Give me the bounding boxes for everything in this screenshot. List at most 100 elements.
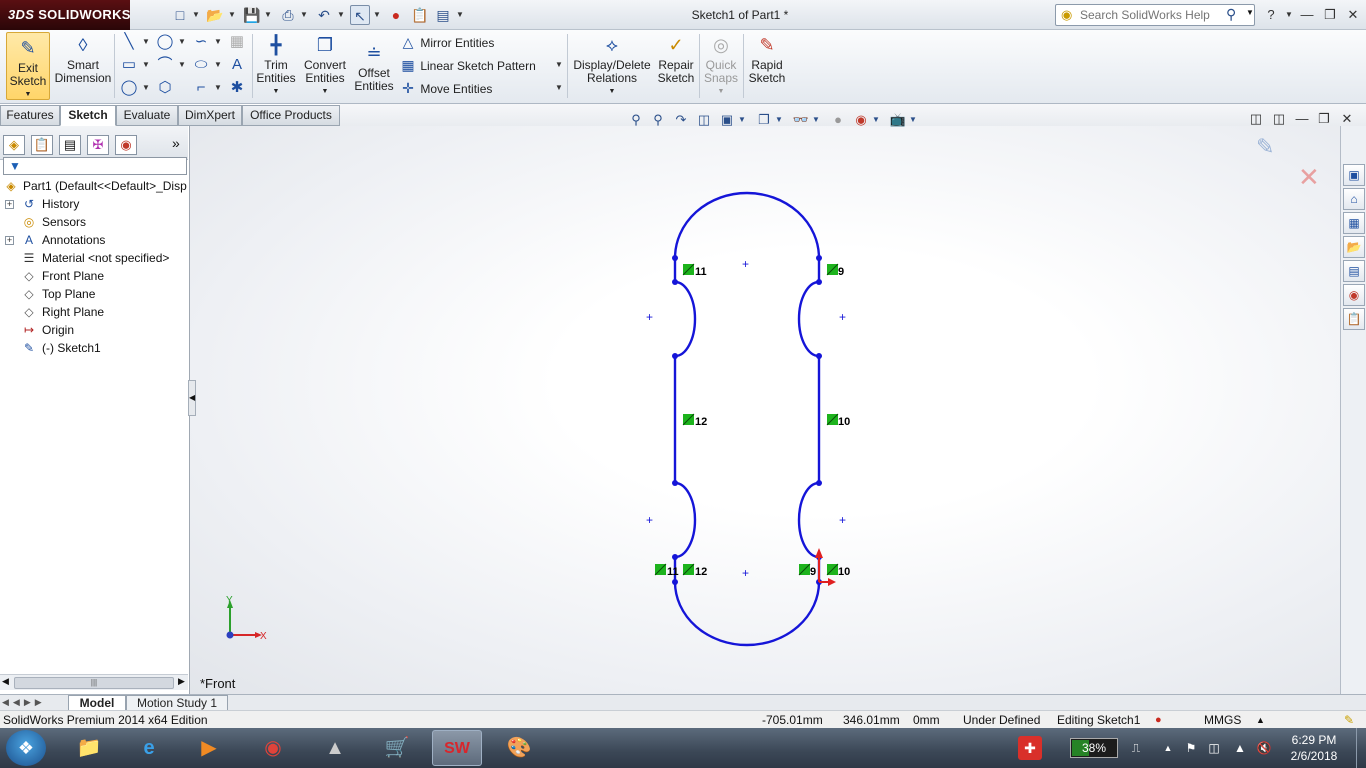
search-dropdown-icon[interactable]: ▼ [1246, 8, 1254, 17]
feature-tree-item[interactable]: + ↺ History [0, 195, 188, 213]
tab-office-products[interactable]: Office Products [242, 105, 340, 126]
repair-sketch-button[interactable]: ✓ Repair Sketch [655, 30, 697, 102]
help-search-box[interactable]: ◉ ⚲ ▼ [1055, 4, 1255, 26]
rebuild-traffic-light-icon[interactable]: ● [386, 5, 406, 25]
windows-start-icon[interactable]: ❖ [6, 730, 46, 766]
move-dropdown-icon[interactable]: ▼ [555, 78, 563, 98]
tab-dimxpert[interactable]: DimXpert [178, 105, 242, 126]
antivirus-tray-icon[interactable]: ✚ [1018, 736, 1042, 760]
help-icon[interactable]: ? [1262, 6, 1280, 24]
feature-tree-item[interactable]: ◎ Sensors [0, 213, 188, 231]
task-pane-custom-properties-icon[interactable]: 📋 [1343, 308, 1365, 330]
show-hidden-icons-icon[interactable]: ▲ [1160, 738, 1176, 758]
featuremanager-tab-icon[interactable]: ◈ [3, 135, 25, 155]
app-taskbar-icon[interactable]: ▲ [310, 730, 360, 766]
network-icon[interactable]: ▲ [1232, 738, 1248, 758]
task-pane-view-palette-icon[interactable]: ▤ [1343, 260, 1365, 282]
quick-snaps-dropdown-icon[interactable]: ▼ [701, 85, 741, 98]
relation-badge[interactable]: 9 [826, 263, 844, 278]
ellipse-icon[interactable]: ⬭ [190, 54, 212, 76]
save-dropdown-icon[interactable]: ▼ [264, 5, 272, 25]
trim-dropdown-icon[interactable]: ▼ [254, 85, 298, 98]
point-icon[interactable]: ✱ [226, 77, 248, 99]
file-explorer-taskbar-icon[interactable]: 📁 [64, 730, 114, 766]
panel-expand-icon[interactable]: » [172, 135, 180, 151]
offset-entities-button[interactable]: ≐ Offset Entities [352, 30, 396, 102]
relation-badge[interactable]: 10 [826, 413, 850, 428]
dimxpertmanager-tab-icon[interactable]: ✠ [87, 135, 109, 155]
undo-dropdown-icon[interactable]: ▼ [337, 5, 345, 25]
task-pane-design-library-icon[interactable]: ▦ [1343, 212, 1365, 234]
system-clock[interactable]: 6:29 PM 2/6/2018 [1280, 732, 1348, 764]
feature-tree-item[interactable]: ↦ Origin [0, 321, 188, 339]
expand-icon[interactable]: + [5, 200, 14, 209]
feature-tree-item[interactable]: ✎ (-) Sketch1 [0, 339, 188, 357]
relation-badge[interactable]: 11 [682, 263, 707, 278]
tree-filter-input[interactable]: ▼ [3, 157, 187, 175]
media-player-taskbar-icon[interactable]: ▶ [184, 730, 234, 766]
scrollbar-thumb[interactable]: ||| [14, 677, 174, 689]
tab-features[interactable]: Features [0, 105, 60, 126]
panel-collapse-handle[interactable]: ◀ [188, 380, 196, 416]
arc-icon[interactable]: ⌒ [154, 54, 176, 76]
internet-explorer-taskbar-icon[interactable]: e [124, 730, 174, 766]
restore-window-icon[interactable]: ❐ [1321, 6, 1339, 24]
action-center-flag-icon[interactable]: ⚑ [1183, 738, 1199, 758]
tab-evaluate[interactable]: Evaluate [116, 105, 178, 126]
select-dropdown-icon[interactable]: ▼ [373, 5, 381, 25]
power-plug-icon[interactable]: ⎍ [1128, 738, 1144, 758]
file-properties-icon[interactable]: 📋 [410, 5, 430, 25]
rebuild-status-icon[interactable]: ● [1155, 711, 1162, 729]
configurationmanager-tab-icon[interactable]: ▤ [59, 135, 81, 155]
open-dropdown-icon[interactable]: ▼ [228, 5, 236, 25]
save-icon[interactable]: 💾 [242, 5, 262, 25]
solidworks-taskbar-icon[interactable]: SW [432, 730, 482, 766]
relation-badge[interactable]: 10 [826, 563, 850, 578]
polygon-icon[interactable]: ⬡ [154, 77, 176, 99]
store-taskbar-icon[interactable]: 🛒 [372, 730, 422, 766]
scroll-right-icon[interactable]: ▶ [178, 676, 185, 687]
feature-tree-item[interactable]: ◇ Right Plane [0, 303, 188, 321]
close-window-icon[interactable]: ✕ [1344, 6, 1362, 24]
exit-sketch-dropdown-icon[interactable]: ▼ [7, 88, 49, 101]
quick-snaps-button[interactable]: ◎ Quick Snaps ▼ [701, 30, 741, 102]
show-desktop-button[interactable] [1356, 728, 1366, 768]
convert-entities-button[interactable]: ❐ Convert Entities ▼ [300, 30, 350, 102]
chrome-taskbar-icon[interactable]: ◉ [248, 730, 298, 766]
relation-badge[interactable]: 11 [654, 563, 679, 578]
new-document-icon[interactable]: □ [170, 5, 190, 25]
task-pane-file-explorer-icon[interactable]: 📂 [1343, 236, 1365, 258]
spline-dropdown-icon[interactable]: ▼ [214, 32, 222, 52]
battery-indicator[interactable]: 38% [1070, 738, 1118, 758]
print-dropdown-icon[interactable]: ▼ [300, 5, 308, 25]
propertymanager-tab-icon[interactable]: 📋 [31, 135, 53, 155]
exit-sketch-button[interactable]: ✎ Exit Sketch ▼ [6, 32, 50, 100]
grid-snap-icon[interactable]: ▦ [226, 31, 248, 53]
relation-badge[interactable]: 9 [798, 563, 816, 578]
feature-tree-item[interactable]: ◇ Top Plane [0, 285, 188, 303]
unit-system[interactable]: MMGS [1204, 711, 1241, 729]
help-dropdown-icon[interactable]: ▼ [1280, 6, 1298, 24]
fillet-dropdown-icon[interactable]: ▼ [214, 78, 222, 98]
line-dropdown-icon[interactable]: ▼ [142, 32, 150, 52]
feature-tree-item[interactable]: ☰ Material <not specified> [0, 249, 188, 267]
minimize-window-icon[interactable]: — [1298, 6, 1316, 24]
relation-badge[interactable]: 12 [682, 563, 707, 578]
smart-dimension-button[interactable]: ◊ Smart Dimension [54, 30, 112, 102]
linear-sketch-pattern-button[interactable]: ▦ Linear Sketch Pattern [399, 56, 554, 74]
tab-scroll-arrows-icon[interactable]: ◀◀▶▶ [2, 697, 66, 708]
fillet-icon[interactable]: ⌐ [190, 77, 212, 99]
slot-dropdown-icon[interactable]: ▼ [142, 78, 150, 98]
task-pane-appearances-icon[interactable]: ◉ [1343, 284, 1365, 306]
displaymanager-tab-icon[interactable]: ◉ [115, 135, 137, 155]
tab-sketch[interactable]: Sketch [60, 105, 116, 126]
pattern-dropdown-icon[interactable]: ▼ [555, 55, 563, 75]
volume-muted-icon[interactable]: 🔇 [1256, 738, 1272, 758]
new-dropdown-icon[interactable]: ▼ [192, 5, 200, 25]
panel-horizontal-scrollbar[interactable]: ◀ ||| ▶ [0, 674, 188, 690]
text-icon[interactable]: A [226, 54, 248, 76]
move-entities-button[interactable]: ✛ Move Entities [399, 79, 554, 97]
scroll-left-icon[interactable]: ◀ [2, 676, 9, 687]
circle-dropdown-icon[interactable]: ▼ [178, 32, 186, 52]
spline-icon[interactable]: ∽ [190, 31, 212, 53]
